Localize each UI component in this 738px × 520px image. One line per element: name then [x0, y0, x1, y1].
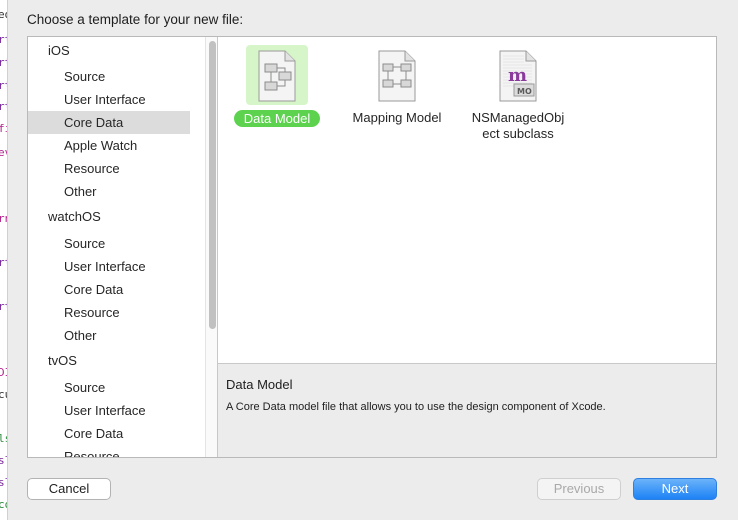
data-model-icon — [253, 50, 301, 105]
sidebar-item-tvos-source[interactable]: Source — [28, 376, 190, 399]
template-label-line: ect subclass — [482, 126, 554, 141]
template-label-line: NSManagedObj — [471, 110, 565, 125]
sidebar-item-watchos-user-interface[interactable]: User Interface — [28, 255, 190, 278]
dialog-title: Choose a template for your new file: — [27, 12, 244, 27]
sidebar-item-ios-resource[interactable]: Resource — [28, 157, 190, 180]
code-glyph: ed — [0, 8, 7, 21]
template-label-mapping-model: Mapping Model — [352, 110, 442, 125]
code-glyph: rt — [0, 79, 7, 92]
sidebar-item-tvos-core-data[interactable]: Core Data — [28, 422, 190, 445]
next-button[interactable]: Next — [633, 478, 717, 500]
sidebar-item-watchos-source[interactable]: Source — [28, 232, 190, 255]
sidebar-item-tvos-resource[interactable]: Resource — [28, 445, 190, 457]
template-grid: Data Model Mapping Model m MO NSManagedO… — [218, 37, 716, 363]
code-glyph: rt — [0, 256, 7, 269]
code-glyph: rn — [0, 212, 7, 225]
platform-category-sidebar: iOS Source User Interface Core Data Appl… — [28, 37, 205, 457]
code-glyph: rt — [0, 33, 7, 46]
new-file-dialog: Choose a template for your new file: iOS… — [8, 0, 738, 520]
description-body: A Core Data model file that allows you t… — [226, 401, 606, 413]
managed-object-icon: m MO — [494, 50, 542, 105]
cancel-button[interactable]: Cancel — [27, 478, 111, 500]
code-glyph: rt — [0, 56, 7, 69]
sidebar-item-watchos-resource[interactable]: Resource — [28, 301, 190, 324]
platform-header-watchos: watchOS — [48, 209, 101, 224]
template-data-model[interactable]: Data Model — [222, 41, 332, 151]
sidebar-item-ios-source[interactable]: Source — [28, 65, 190, 88]
template-label-data-model: Data Model — [233, 110, 321, 127]
code-glyph: co — [0, 498, 7, 511]
code-glyph: ev — [0, 146, 7, 159]
code-glyph: fi — [0, 122, 7, 135]
template-label-nsmanagedobject-subclass: NSManagedObj ect subclass — [463, 110, 573, 142]
code-glyph: sl — [0, 454, 7, 467]
code-glyph: rt — [0, 100, 7, 113]
mapping-model-icon — [373, 50, 421, 105]
svg-text:m: m — [508, 65, 527, 86]
code-glyph: rt — [0, 300, 7, 313]
sidebar-item-ios-other[interactable]: Other — [28, 180, 190, 203]
code-glyph: cu — [0, 388, 7, 401]
template-nsmanagedobject-subclass[interactable]: m MO NSManagedObj ect subclass — [463, 41, 573, 151]
previous-button[interactable]: Previous — [537, 478, 621, 500]
description-title: Data Model — [226, 377, 293, 392]
template-description-area: Data Model A Core Data model file that a… — [218, 364, 716, 457]
template-chooser-panel: iOS Source User Interface Core Data Appl… — [27, 36, 717, 458]
sidebar-item-ios-apple-watch[interactable]: Apple Watch — [28, 134, 190, 157]
platform-header-ios: iOS — [48, 43, 70, 58]
sidebar-scrollbar[interactable] — [205, 37, 217, 457]
sidebar-item-watchos-core-data[interactable]: Core Data — [28, 278, 190, 301]
sidebar-scrollbar-thumb[interactable] — [209, 41, 216, 329]
sidebar-item-ios-user-interface[interactable]: User Interface — [28, 88, 190, 111]
sidebar-item-tvos-user-interface[interactable]: User Interface — [28, 399, 190, 422]
template-mapping-model[interactable]: Mapping Model — [342, 41, 452, 151]
code-glyph: sl — [0, 476, 7, 489]
code-glyph: ls — [0, 432, 7, 445]
code-glyph: DI — [0, 366, 7, 379]
svg-text:MO: MO — [517, 87, 532, 96]
sidebar-item-watchos-other[interactable]: Other — [28, 324, 190, 347]
sidebar-item-ios-core-data[interactable]: Core Data — [28, 111, 190, 134]
platform-header-tvos: tvOS — [48, 353, 77, 368]
background-code-editor: ed rt rt rt rt fi ev rn rt rt DI cu ls s… — [0, 0, 8, 520]
